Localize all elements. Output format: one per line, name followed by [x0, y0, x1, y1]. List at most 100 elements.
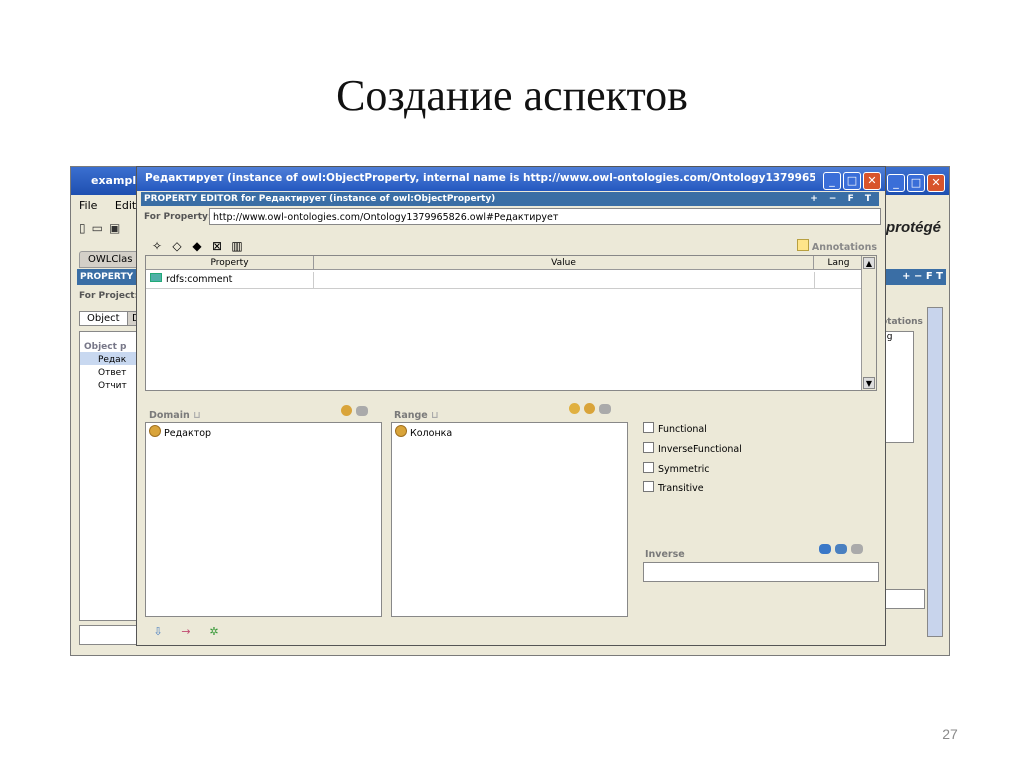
annotations-label: Annotations: [796, 239, 877, 253]
inverse-actions: [815, 543, 863, 557]
property-browser-header: PROPERTY B: [77, 269, 144, 285]
list-item[interactable]: Редак: [80, 352, 142, 365]
close-button[interactable]: ✕: [863, 172, 881, 190]
annotation-property-icon: [150, 273, 162, 282]
column-header-lang[interactable]: Lang: [814, 256, 864, 270]
editor-window-title: Редактирует (instance of owl:ObjectPrope…: [145, 172, 815, 184]
export-icon[interactable]: →: [179, 626, 193, 638]
class-icon: [395, 425, 407, 437]
close-button[interactable]: ✕: [927, 174, 945, 192]
right-annotations-label: otations: [881, 317, 923, 327]
property-editor-dialog: Редактирует (instance of owl:ObjectPrope…: [136, 166, 886, 646]
functional-checkbox[interactable]: Functional: [643, 422, 707, 435]
add-value-icon[interactable]: ◆: [189, 239, 205, 255]
slide-title: Создание аспектов: [336, 71, 688, 120]
scroll-down-icon[interactable]: ▼: [863, 377, 875, 389]
editor-titlebar: Редактирует (instance of owl:ObjectPrope…: [137, 167, 885, 191]
table-row[interactable]: rdfs:comment: [146, 272, 864, 289]
annotations-text: Annotations: [811, 242, 877, 253]
domain-label-text: Domain: [149, 410, 190, 421]
for-property-label: For Property:: [144, 212, 212, 222]
checkbox-label: Transitive: [658, 483, 704, 494]
list-item[interactable]: Редактор: [146, 423, 381, 439]
create-annotation-icon[interactable]: ✧: [149, 239, 165, 255]
domain-item-label: Редактор: [164, 428, 212, 439]
checkbox-box[interactable]: [643, 422, 654, 433]
class-icon: [149, 425, 161, 437]
import-icon[interactable]: ⇩: [151, 626, 165, 638]
tab-object[interactable]: Object: [79, 311, 128, 326]
add-inverse-icon[interactable]: [835, 544, 847, 554]
scroll-up-icon[interactable]: ▲: [863, 257, 875, 269]
delete-value-icon[interactable]: ⊠: [209, 239, 225, 255]
for-project-label: For Project:: [79, 291, 139, 301]
property-name: rdfs:comment: [166, 274, 233, 285]
lang-cell[interactable]: [814, 272, 864, 288]
object-properties-header: Object p: [84, 342, 127, 352]
value-cell[interactable]: [314, 272, 815, 288]
symmetric-checkbox[interactable]: Symmetric: [643, 462, 710, 475]
range-actions: [565, 403, 611, 417]
remove-range-class-icon[interactable]: [599, 404, 611, 414]
property-editor-header-text: PROPERTY EDITOR for Редактирует (instanc…: [144, 194, 496, 204]
remove-inverse-icon[interactable]: [851, 544, 863, 554]
column-header-property[interactable]: Property: [146, 256, 314, 270]
new-file-icon[interactable]: ▯: [79, 221, 92, 235]
protege-logo: protégé: [885, 219, 941, 236]
annotation-toolbar: ✧ ◇ ◆ ⊠ ▥: [149, 235, 249, 255]
maximize-button[interactable]: □: [907, 174, 925, 192]
range-item-label: Колонка: [410, 428, 453, 439]
minimize-button[interactable]: _: [887, 174, 905, 192]
bug-icon[interactable]: ✲: [207, 626, 221, 638]
checkbox-label: Symmetric: [658, 464, 710, 475]
list-item[interactable]: Отчит: [80, 378, 142, 391]
annotation-icon: [796, 239, 809, 251]
range-label-text: Range: [394, 410, 428, 421]
checkbox-box[interactable]: [643, 462, 654, 473]
range-label: Range ⊔: [394, 410, 439, 421]
column-header-value[interactable]: Value: [314, 256, 814, 270]
list-item[interactable]: Ответ: [80, 365, 142, 378]
open-file-icon[interactable]: ▭: [92, 221, 109, 235]
save-icon[interactable]: ▣: [109, 221, 126, 235]
search-input[interactable]: [79, 625, 143, 645]
checkbox-box[interactable]: [643, 442, 654, 453]
create-range-class-icon[interactable]: [569, 403, 580, 414]
menu-file[interactable]: File: [79, 199, 97, 212]
inverse-functional-checkbox[interactable]: InverseFunctional: [643, 442, 742, 455]
domain-actions: [337, 405, 368, 419]
right-input[interactable]: [883, 589, 925, 609]
create-datatype-icon[interactable]: ◇: [169, 239, 185, 255]
menu-edit[interactable]: Edit: [115, 199, 136, 212]
header-controls[interactable]: + − F T: [810, 192, 875, 206]
annotations-table: Property Value Lang rdfs:comment ▲ ▼: [145, 255, 877, 391]
slide-number: 27: [942, 726, 958, 742]
minimize-button[interactable]: _: [823, 172, 841, 190]
background-window-controls: _ □ ✕: [885, 171, 945, 192]
maximize-button[interactable]: □: [843, 172, 861, 190]
add-range-class-icon[interactable]: [584, 403, 595, 414]
inverse-field[interactable]: [643, 562, 879, 582]
create-inverse-icon[interactable]: [819, 544, 831, 554]
bottom-toolbar: ⇩ → ✲: [151, 625, 235, 638]
add-domain-class-icon[interactable]: [341, 405, 352, 416]
domain-label: Domain ⊔: [149, 410, 201, 421]
list-item[interactable]: Колонка: [392, 423, 627, 439]
transitive-checkbox[interactable]: Transitive: [643, 481, 704, 494]
domain-list: Редактор: [145, 422, 382, 617]
main-toolbar: ▯▭▣: [79, 221, 126, 235]
right-scrollbar[interactable]: [927, 307, 943, 637]
tab-owl-classes[interactable]: OWLClas: [79, 251, 142, 268]
editor-window-controls: _ □ ✕: [821, 169, 881, 190]
property-editor-header: PROPERTY EDITOR for Редактирует (instanc…: [141, 192, 879, 206]
remove-domain-class-icon[interactable]: [356, 406, 368, 416]
panel-icon[interactable]: ▥: [229, 239, 245, 255]
range-list: Колонка: [391, 422, 628, 617]
table-scrollbar[interactable]: ▲ ▼: [861, 256, 876, 390]
object-properties-list: Object p Редак Ответ Отчит: [79, 331, 143, 621]
checkbox-box[interactable]: [643, 481, 654, 492]
property-cell[interactable]: rdfs:comment: [146, 272, 314, 288]
for-property-field[interactable]: http://www.owl-ontologies.com/Ontology13…: [209, 208, 881, 225]
right-panel-header: + − F T: [885, 269, 946, 285]
checkbox-label: Functional: [658, 424, 707, 435]
